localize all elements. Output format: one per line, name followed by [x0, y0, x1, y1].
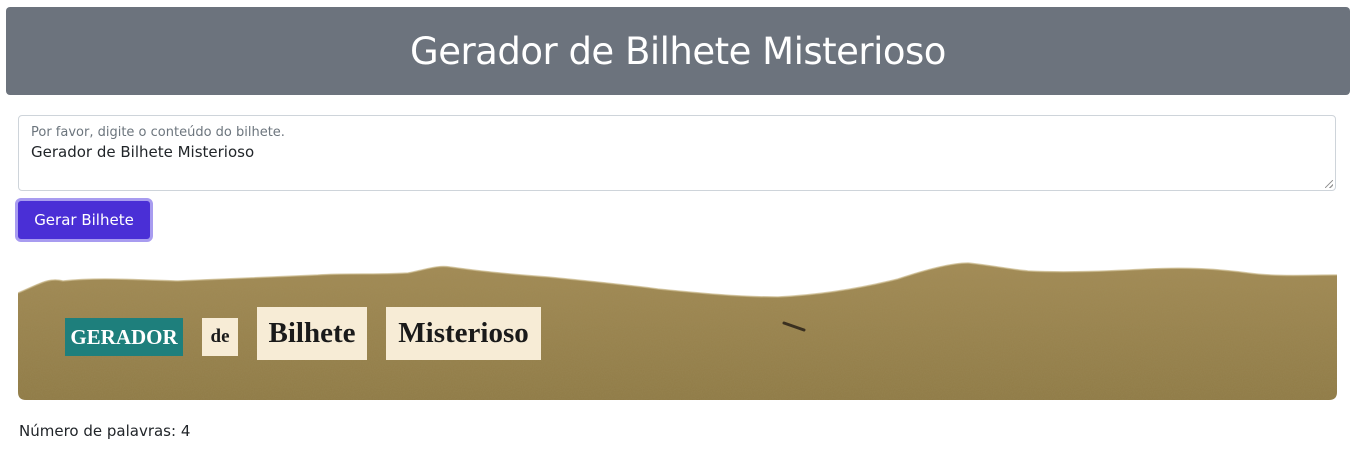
word-count: Número de palavras: 4 [19, 422, 191, 440]
note-content-label: Por favor, digite o conteúdo do bilhete. [31, 125, 285, 140]
generate-note-button[interactable]: Gerar Bilhete [15, 198, 153, 242]
note-word: Misterioso [386, 307, 541, 360]
page-title: Gerador de Bilhete Misterioso [410, 29, 946, 73]
note-word: de [202, 318, 238, 356]
note-word: Bilhete [257, 307, 367, 360]
note-content-textarea[interactable]: Gerador de Bilhete Misterioso [31, 143, 1321, 183]
mystery-note: GERADOR de Bilhete Misterioso [18, 255, 1337, 400]
resize-handle-icon[interactable] [1325, 180, 1333, 188]
page-header: Gerador de Bilhete Misterioso [6, 7, 1350, 95]
note-content-field[interactable]: Por favor, digite o conteúdo do bilhete.… [18, 115, 1336, 191]
note-word: GERADOR [65, 318, 183, 356]
